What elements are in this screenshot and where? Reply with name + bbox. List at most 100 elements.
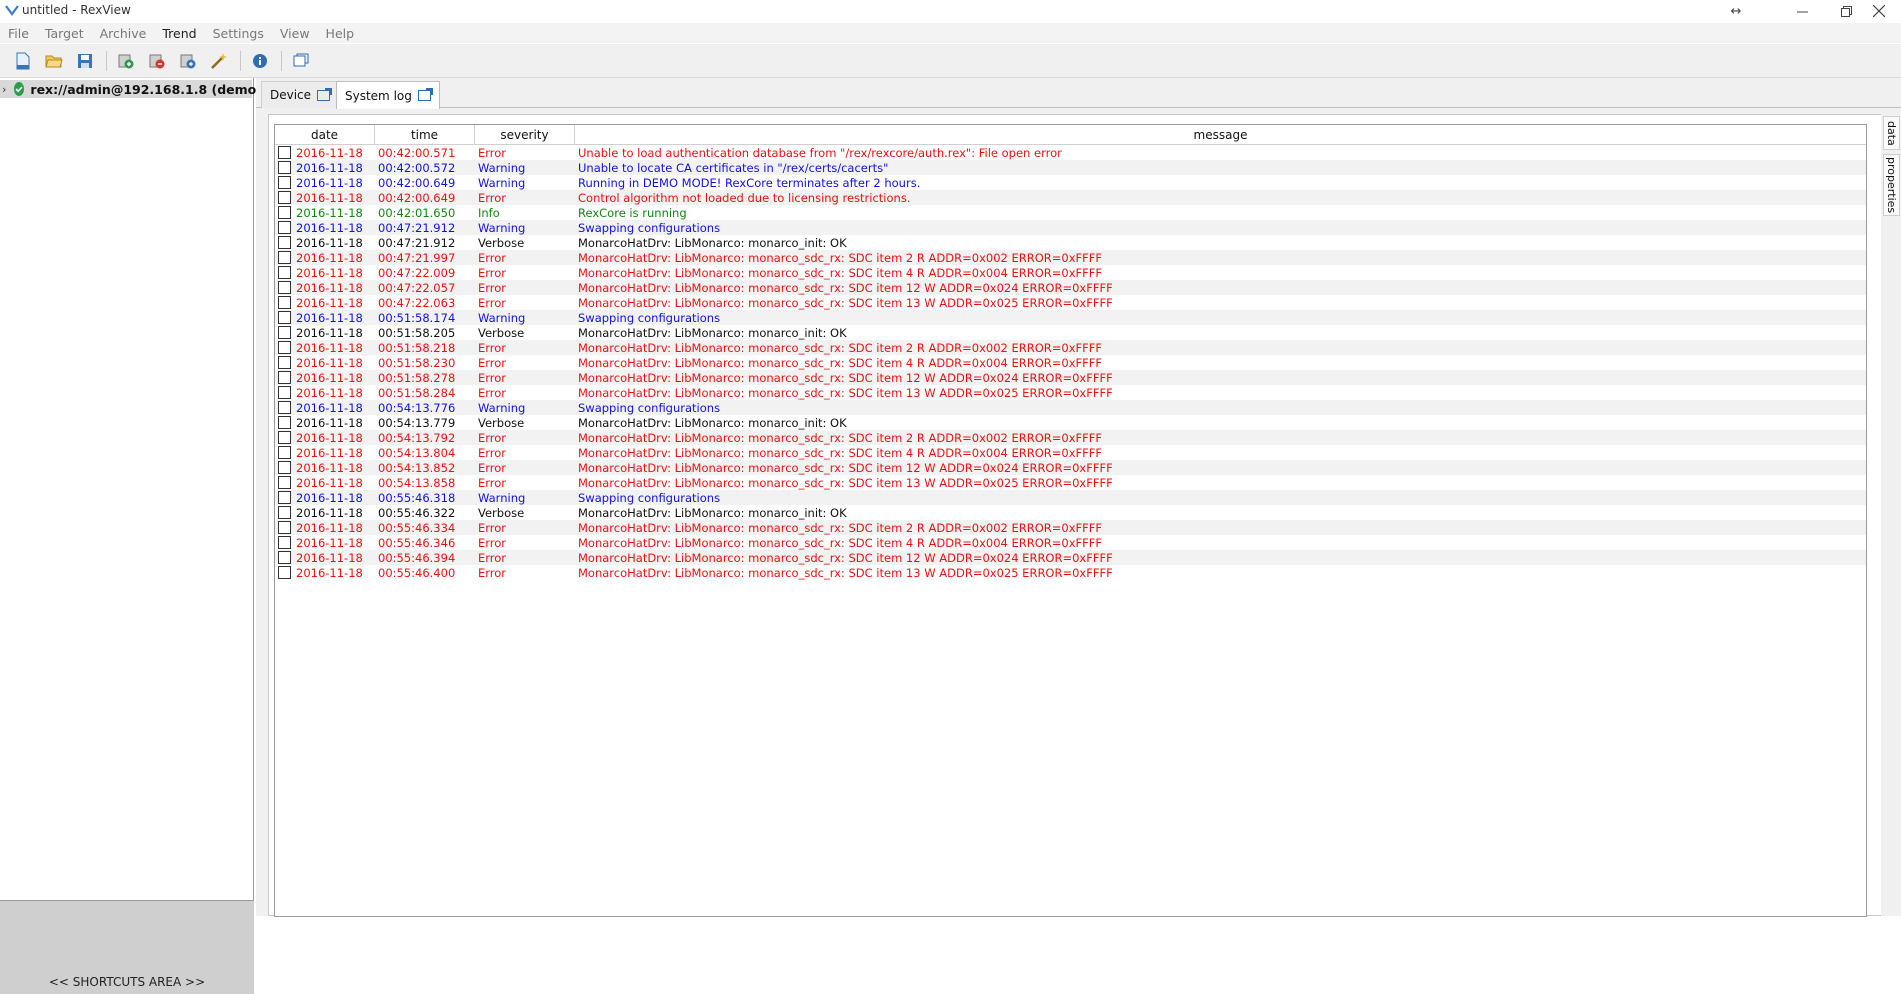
log-date: 2016-11-18	[296, 385, 363, 400]
row-checkbox[interactable]	[278, 176, 291, 189]
table-row[interactable]: 2016-11-18 00:51:58.218 Error MonarcoHatDrv…	[275, 340, 1866, 355]
log-date: 2016-11-18	[296, 565, 363, 580]
table-row[interactable]: 2016-11-18 00:55:46.394 Error MonarcoHatDrv…	[275, 550, 1866, 565]
table-row[interactable]: 2016-11-18 00:54:13.804 Error MonarcoHatDrv…	[275, 445, 1866, 460]
row-checkbox[interactable]	[278, 506, 291, 519]
table-row[interactable]: 2016-11-18 00:51:58.230 Error MonarcoHatDrv…	[275, 355, 1866, 370]
log-message: Unable to load authentication database f…	[578, 145, 1062, 160]
table-row[interactable]: 2016-11-18 00:54:13.776 Warning Swapping co…	[275, 400, 1866, 415]
table-row[interactable]: 2016-11-18 00:42:00.649 Error Control algor…	[275, 190, 1866, 205]
row-checkbox[interactable]	[278, 476, 291, 489]
info-button[interactable]	[249, 50, 271, 72]
row-checkbox[interactable]	[278, 221, 291, 234]
row-checkbox[interactable]	[278, 266, 291, 279]
disconnect-button[interactable]	[146, 50, 168, 72]
save-button[interactable]	[74, 50, 96, 72]
table-row[interactable]: 2016-11-18 00:47:22.009 Error MonarcoHatDrv…	[275, 265, 1866, 280]
table-row[interactable]: 2016-11-18 00:42:00.572 Warning Unable to l…	[275, 160, 1866, 175]
table-row[interactable]: 2016-11-18 00:55:46.346 Error MonarcoHatDrv…	[275, 535, 1866, 550]
tools-button[interactable]	[208, 50, 230, 72]
row-checkbox[interactable]	[278, 251, 291, 264]
open-button[interactable]	[43, 50, 65, 72]
expand-chevron-icon[interactable]: ›	[2, 83, 6, 96]
connect-button[interactable]	[115, 50, 137, 72]
column-header-time[interactable]: time	[375, 125, 475, 144]
side-tab-data[interactable]: data	[1883, 116, 1900, 150]
table-row[interactable]: 2016-11-18 00:51:58.174 Warning Swapping co…	[275, 310, 1866, 325]
menu-trend[interactable]: Trend	[154, 26, 204, 41]
row-checkbox[interactable]	[278, 371, 291, 384]
window-button[interactable]	[290, 50, 312, 72]
menu-target[interactable]: Target	[37, 26, 92, 41]
popout-icon[interactable]	[317, 87, 333, 101]
row-checkbox[interactable]	[278, 296, 291, 309]
row-checkbox[interactable]	[278, 236, 291, 249]
column-header-message[interactable]: message	[575, 125, 1866, 144]
target-config-button[interactable]	[177, 50, 199, 72]
row-checkbox[interactable]	[278, 161, 291, 174]
table-row[interactable]: 2016-11-18 00:55:46.318 Warning Swapping co…	[275, 490, 1866, 505]
row-checkbox[interactable]	[278, 536, 291, 549]
row-checkbox[interactable]	[278, 401, 291, 414]
row-checkbox[interactable]	[278, 206, 291, 219]
popout-icon[interactable]	[417, 88, 433, 101]
row-checkbox[interactable]	[278, 191, 291, 204]
column-header-date[interactable]: date	[275, 125, 375, 144]
table-row[interactable]: 2016-11-18 00:47:21.997 Error MonarcoHatDrv…	[275, 250, 1866, 265]
row-checkbox[interactable]	[278, 341, 291, 354]
menu-help[interactable]: Help	[318, 26, 363, 41]
row-checkbox[interactable]	[278, 356, 291, 369]
log-severity: Error	[478, 250, 507, 265]
log-time: 00:42:01.650	[378, 205, 456, 220]
log-time: 00:51:58.218	[378, 340, 456, 355]
table-row[interactable]: 2016-11-18 00:47:22.063 Error MonarcoHatDrv…	[275, 295, 1866, 310]
table-row[interactable]: 2016-11-18 00:54:13.858 Error MonarcoHatDrv…	[275, 475, 1866, 490]
table-row[interactable]: 2016-11-18 00:51:58.205 Verbose MonarcoHatD…	[275, 325, 1866, 340]
log-time: 00:51:58.230	[378, 355, 456, 370]
close-button[interactable]	[1857, 0, 1901, 22]
tab-system-log[interactable]: System log	[336, 81, 440, 109]
menu-settings[interactable]: Settings	[205, 26, 272, 41]
row-checkbox[interactable]	[278, 326, 291, 339]
row-checkbox[interactable]	[278, 416, 291, 429]
table-row[interactable]: 2016-11-18 00:55:46.400 Error MonarcoHatDrv…	[275, 565, 1866, 580]
disconnect-target-icon	[149, 54, 165, 68]
log-message: MonarcoHatDrv: LibMonarco: monarco_sdc_r…	[578, 250, 1102, 265]
tree-item-target[interactable]: › rex://admin@192.168.1.8 (demo ...	[0, 80, 275, 98]
table-row[interactable]: 2016-11-18 00:47:22.057 Error MonarcoHatDrv…	[275, 280, 1866, 295]
table-row[interactable]: 2016-11-18 00:47:21.912 Verbose MonarcoHatD…	[275, 235, 1866, 250]
log-time: 00:55:46.346	[378, 535, 456, 550]
tab-label: Device	[270, 88, 312, 102]
menu-file[interactable]: File	[0, 26, 37, 41]
new-button[interactable]	[12, 50, 34, 72]
side-tab-properties[interactable]: properties	[1883, 154, 1900, 216]
table-row[interactable]: 2016-11-18 00:47:21.912 Warning Swapping co…	[275, 220, 1866, 235]
row-checkbox[interactable]	[278, 311, 291, 324]
menu-view[interactable]: View	[272, 26, 318, 41]
row-checkbox[interactable]	[278, 431, 291, 444]
table-row[interactable]: 2016-11-18 00:42:00.571 Error Unable to loa…	[275, 145, 1866, 160]
column-header-severity[interactable]: severity	[475, 125, 575, 144]
table-row[interactable]: 2016-11-18 00:54:13.852 Error MonarcoHatDrv…	[275, 460, 1866, 475]
row-checkbox[interactable]	[278, 566, 291, 579]
log-date: 2016-11-18	[296, 415, 363, 430]
table-row[interactable]: 2016-11-18 00:51:58.284 Error MonarcoHatDrv…	[275, 385, 1866, 400]
row-checkbox[interactable]	[278, 446, 291, 459]
row-checkbox[interactable]	[278, 386, 291, 399]
row-checkbox[interactable]	[278, 461, 291, 474]
row-checkbox[interactable]	[278, 491, 291, 504]
row-checkbox[interactable]	[278, 281, 291, 294]
table-row[interactable]: 2016-11-18 00:55:46.334 Error MonarcoHatDrv…	[275, 520, 1866, 535]
table-row[interactable]: 2016-11-18 00:55:46.322 Verbose MonarcoHatD…	[275, 505, 1866, 520]
table-row[interactable]: 2016-11-18 00:54:13.779 Verbose MonarcoHatD…	[275, 415, 1866, 430]
table-row[interactable]: 2016-11-18 00:51:58.278 Error MonarcoHatDrv…	[275, 370, 1866, 385]
row-checkbox[interactable]	[278, 146, 291, 159]
minimize-button[interactable]	[1780, 0, 1824, 22]
table-row[interactable]: 2016-11-18 00:42:00.649 Warning Running in …	[275, 175, 1866, 190]
row-checkbox[interactable]	[278, 521, 291, 534]
table-row[interactable]: 2016-11-18 00:54:13.792 Error MonarcoHatDrv…	[275, 430, 1866, 445]
tab-device[interactable]: Device	[261, 81, 340, 108]
table-row[interactable]: 2016-11-18 00:42:01.650 Info RexCore is run…	[275, 205, 1866, 220]
menu-archive[interactable]: Archive	[92, 26, 155, 41]
row-checkbox[interactable]	[278, 551, 291, 564]
